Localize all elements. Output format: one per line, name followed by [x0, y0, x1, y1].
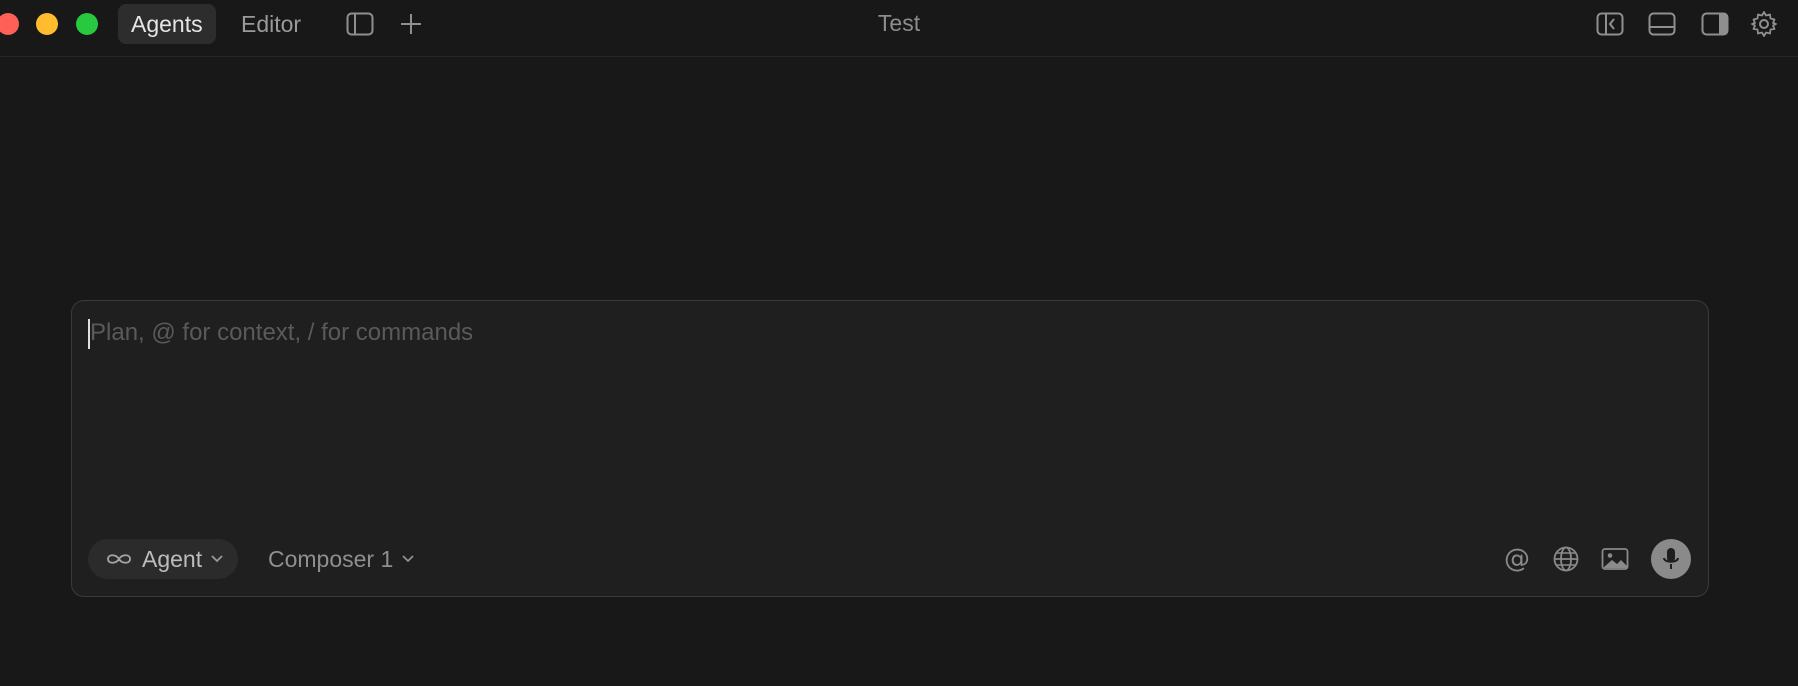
tab-agents[interactable]: Agents: [118, 4, 216, 44]
image-icon[interactable]: [1598, 542, 1632, 576]
right-panel-icon[interactable]: [1699, 8, 1731, 40]
model-label: Composer 1: [268, 545, 394, 572]
tab-editor-label: Editor: [241, 11, 302, 37]
title-bar: Agents Editor Test: [0, 0, 1798, 57]
chevron-down-icon: [210, 554, 224, 564]
bottom-panel-icon[interactable]: [1646, 8, 1678, 40]
composer-box: Agent Composer 1 @: [71, 300, 1709, 597]
infinity-icon: [104, 551, 134, 567]
plus-icon[interactable]: [396, 8, 426, 40]
microphone-button[interactable]: [1651, 539, 1691, 579]
mode-selector[interactable]: Agent: [88, 539, 239, 579]
window-minimize-button[interactable]: [36, 13, 58, 35]
window-maximize-button[interactable]: [76, 13, 98, 35]
tab-editor[interactable]: Editor: [228, 4, 314, 44]
collapse-left-panel-icon[interactable]: [1594, 8, 1626, 40]
mode-label: Agent: [142, 545, 203, 572]
chevron-down-icon: [401, 554, 415, 564]
globe-icon[interactable]: [1549, 542, 1583, 576]
prompt-input[interactable]: [90, 315, 1670, 519]
microphone-icon: [1661, 546, 1681, 572]
sidebar-panel-icon[interactable]: [343, 8, 377, 40]
gear-icon[interactable]: [1748, 8, 1780, 40]
at-icon: @: [1504, 544, 1530, 574]
window-close-button[interactable]: [0, 13, 19, 35]
mention-button[interactable]: @: [1500, 542, 1534, 576]
tab-agents-label: Agents: [131, 11, 203, 37]
model-selector[interactable]: Composer 1: [268, 539, 415, 579]
